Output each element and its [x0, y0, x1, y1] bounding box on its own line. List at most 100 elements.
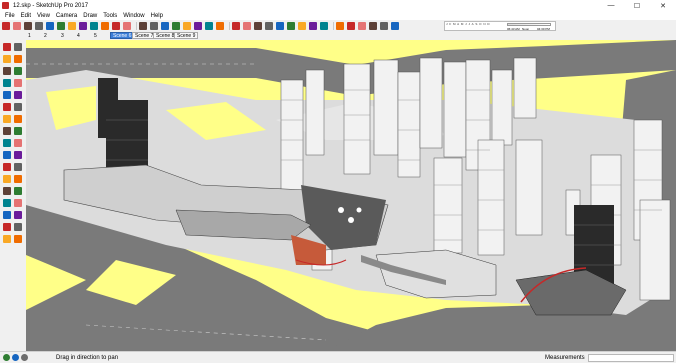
previous-icon[interactable]: [14, 211, 22, 219]
line-icon[interactable]: [35, 21, 43, 30]
shadow-months[interactable]: J F M A M J J A S O N D: [446, 22, 490, 26]
menu-help[interactable]: Help: [148, 13, 166, 19]
arc-icon[interactable]: [3, 103, 11, 111]
look-around-icon[interactable]: [14, 223, 22, 231]
minimize-button[interactable]: —: [598, 0, 624, 11]
protractor-icon[interactable]: [3, 163, 11, 171]
scene-number-5[interactable]: 5: [94, 33, 97, 39]
warehouse-icon[interactable]: [205, 21, 213, 30]
scene-number-4[interactable]: 4: [77, 33, 80, 39]
component-icon[interactable]: [232, 21, 240, 30]
scenes-icon[interactable]: [276, 21, 284, 30]
tape-icon[interactable]: [123, 21, 131, 30]
shaded-icon[interactable]: [369, 21, 377, 30]
pan-icon[interactable]: [172, 21, 180, 30]
orbit-icon[interactable]: [161, 21, 169, 30]
scale-icon[interactable]: [3, 139, 11, 147]
pan-icon[interactable]: [14, 187, 22, 195]
eraser-icon[interactable]: [13, 21, 21, 30]
orbit-icon[interactable]: [3, 187, 11, 195]
zoom-extents-icon[interactable]: [194, 21, 202, 30]
outliner-icon[interactable]: [254, 21, 262, 30]
styles-icon[interactable]: [265, 21, 273, 30]
zoom-window-icon[interactable]: [14, 199, 22, 207]
shadows-icon[interactable]: [287, 21, 295, 30]
pencil-icon[interactable]: [24, 21, 32, 30]
position-camera-icon[interactable]: [3, 223, 11, 231]
select-icon[interactable]: [2, 21, 10, 30]
line-icon[interactable]: [3, 67, 11, 75]
polygon-icon[interactable]: [14, 91, 22, 99]
tab-scene-6[interactable]: Scene 6: [110, 32, 135, 39]
scene-number-2[interactable]: 2: [44, 33, 47, 39]
paint-icon[interactable]: [150, 21, 158, 30]
model-viewport[interactable]: [26, 40, 676, 351]
match-photo-icon[interactable]: [309, 21, 317, 30]
user-icon[interactable]: [21, 354, 28, 361]
credits-icon[interactable]: [12, 354, 19, 361]
move-icon[interactable]: [79, 21, 87, 30]
menu-edit[interactable]: Edit: [18, 13, 34, 19]
textured-icon[interactable]: [380, 21, 388, 30]
component-icon[interactable]: [14, 43, 22, 51]
tower-2: [305, 69, 325, 156]
shape-icon[interactable]: [57, 21, 65, 30]
scale-icon[interactable]: [101, 21, 109, 30]
time-slider[interactable]: [507, 23, 551, 26]
tape-icon[interactable]: [3, 151, 11, 159]
rectangle-icon[interactable]: [3, 79, 11, 87]
tab-scene-9[interactable]: Scene 9: [174, 32, 199, 39]
extension-icon[interactable]: [216, 21, 224, 30]
menu-tools[interactable]: Tools: [100, 13, 120, 19]
rotated-rect-icon[interactable]: [14, 79, 22, 87]
push-pull-icon[interactable]: [3, 115, 11, 123]
offset-icon[interactable]: [14, 139, 22, 147]
tower-6: [419, 57, 443, 149]
geo-location-icon[interactable]: [3, 354, 10, 361]
paint-icon[interactable]: [14, 55, 22, 63]
fog-icon[interactable]: [298, 21, 306, 30]
text-icon[interactable]: [139, 21, 147, 30]
section-plane-icon[interactable]: [14, 235, 22, 243]
rotate-icon[interactable]: [14, 127, 22, 135]
menu-view[interactable]: View: [34, 13, 53, 19]
title-bar: 12.skp - SketchUp Pro 2017 — ☐ ✕: [0, 0, 676, 11]
dimension-icon[interactable]: [14, 151, 22, 159]
zoom-icon[interactable]: [3, 199, 11, 207]
zoom-icon[interactable]: [183, 21, 191, 30]
shadow-settings-panel: J F M A M J J A S O N D 06:43 AM Noon 04…: [444, 21, 556, 31]
push-pull-icon[interactable]: [68, 21, 76, 30]
follow-me-icon[interactable]: [14, 115, 22, 123]
scene-number-1[interactable]: 1: [28, 33, 31, 39]
move-icon[interactable]: [3, 127, 11, 135]
axes-icon[interactable]: [3, 175, 11, 183]
arc-icon[interactable]: [46, 21, 54, 30]
menu-window[interactable]: Window: [120, 13, 147, 19]
text-icon[interactable]: [14, 163, 22, 171]
offset-icon[interactable]: [112, 21, 120, 30]
hidden-line-icon[interactable]: [358, 21, 366, 30]
scene-number-3[interactable]: 3: [61, 33, 64, 39]
menu-file[interactable]: File: [2, 13, 18, 19]
tower-7: [443, 61, 467, 158]
measurements-input[interactable]: [588, 354, 674, 362]
3d-text-icon[interactable]: [14, 175, 22, 183]
close-button[interactable]: ✕: [650, 0, 676, 11]
freehand-icon[interactable]: [14, 67, 22, 75]
zoom-extents-icon[interactable]: [3, 211, 11, 219]
maximize-button[interactable]: ☐: [624, 0, 650, 11]
menu-camera[interactable]: Camera: [53, 13, 80, 19]
walk-icon[interactable]: [3, 235, 11, 243]
menu-draw[interactable]: Draw: [80, 13, 100, 19]
section-icon[interactable]: [320, 21, 328, 30]
wireframe-icon[interactable]: [347, 21, 355, 30]
xray-icon[interactable]: [336, 21, 344, 30]
model-scene: [26, 40, 676, 351]
rotate-icon[interactable]: [90, 21, 98, 30]
monochrome-icon[interactable]: [391, 21, 399, 30]
pie-icon[interactable]: [14, 103, 22, 111]
circle-icon[interactable]: [3, 91, 11, 99]
select-icon[interactable]: [3, 43, 11, 51]
eraser-icon[interactable]: [3, 55, 11, 63]
layers-icon[interactable]: [243, 21, 251, 30]
